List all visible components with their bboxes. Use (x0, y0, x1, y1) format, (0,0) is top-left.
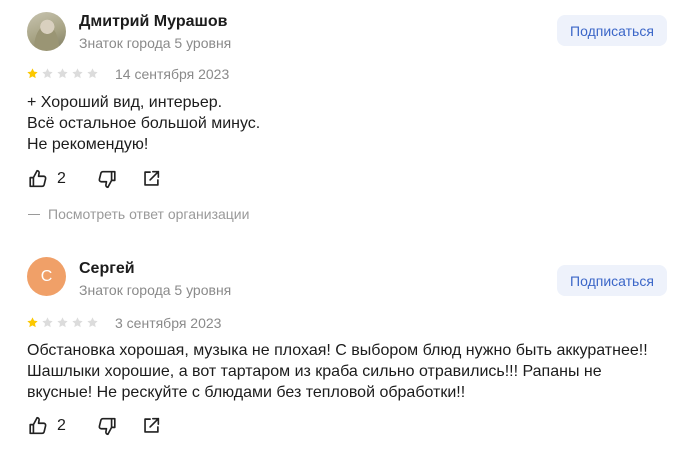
thumbs-down-icon (96, 168, 118, 190)
review-date: 3 сентября 2023 (115, 315, 222, 331)
share-button[interactable] (140, 415, 162, 437)
avatar[interactable]: С (27, 257, 66, 296)
review-date: 14 сентября 2023 (115, 66, 230, 82)
review-text: Обстановка хорошая, музыка не плохая! С … (27, 340, 667, 403)
subscribe-button[interactable]: Подписаться (557, 265, 667, 296)
thumbs-up-icon (27, 415, 49, 437)
dislike-button[interactable] (96, 415, 118, 437)
review-text-line: Не рекомендую! (27, 136, 149, 153)
avatar-letter: С (40, 267, 53, 285)
star-icon (41, 67, 54, 80)
review-text-line: вкусные! Не рескуйте с блюдами без тепло… (27, 384, 466, 401)
author-name[interactable]: Дмитрий Мурашов (79, 13, 227, 31)
author-status: Знаток города 5 уровня (79, 282, 232, 298)
dash-divider (28, 213, 40, 215)
like-count: 2 (57, 417, 66, 434)
share-icon (140, 168, 162, 190)
org-reply-link[interactable]: Посмотреть ответ организации (28, 206, 249, 222)
star-icon (56, 316, 69, 329)
star-icon (71, 316, 84, 329)
review-text-line: Обстановка хорошая, музыка не плохая! С … (27, 342, 648, 359)
thumbs-up-icon (27, 168, 49, 190)
share-button[interactable] (140, 168, 162, 190)
like-button[interactable]: 2 (27, 168, 77, 190)
author-status: Знаток города 5 уровня (79, 35, 232, 51)
review-actions: 2 (27, 168, 162, 190)
subscribe-button[interactable]: Подписаться (557, 15, 667, 46)
review-text: + Хороший вид, интерьер. Всё остальное б… (27, 92, 667, 155)
thumbs-down-icon (96, 415, 118, 437)
star-icon (86, 316, 99, 329)
like-count: 2 (57, 170, 66, 187)
like-button[interactable]: 2 (27, 415, 77, 437)
org-reply-label: Посмотреть ответ организации (48, 206, 250, 222)
review-text-line: + Хороший вид, интерьер. (27, 94, 223, 111)
review-actions: 2 (27, 415, 162, 437)
review-text-line: Шашлыки хорошие, а вот тартаром из краба… (27, 363, 602, 380)
star-icon (71, 67, 84, 80)
star-icon (56, 67, 69, 80)
star-icon (26, 316, 39, 329)
dislike-button[interactable] (96, 168, 118, 190)
star-icon (86, 67, 99, 80)
star-icon (41, 316, 54, 329)
avatar[interactable] (27, 12, 66, 51)
review-text-line: Всё остальное большой минус. (27, 115, 261, 132)
rating-stars (26, 67, 99, 80)
share-icon (140, 415, 162, 437)
star-icon (26, 67, 39, 80)
rating-stars (26, 316, 99, 329)
author-name[interactable]: Сергей (79, 260, 135, 278)
